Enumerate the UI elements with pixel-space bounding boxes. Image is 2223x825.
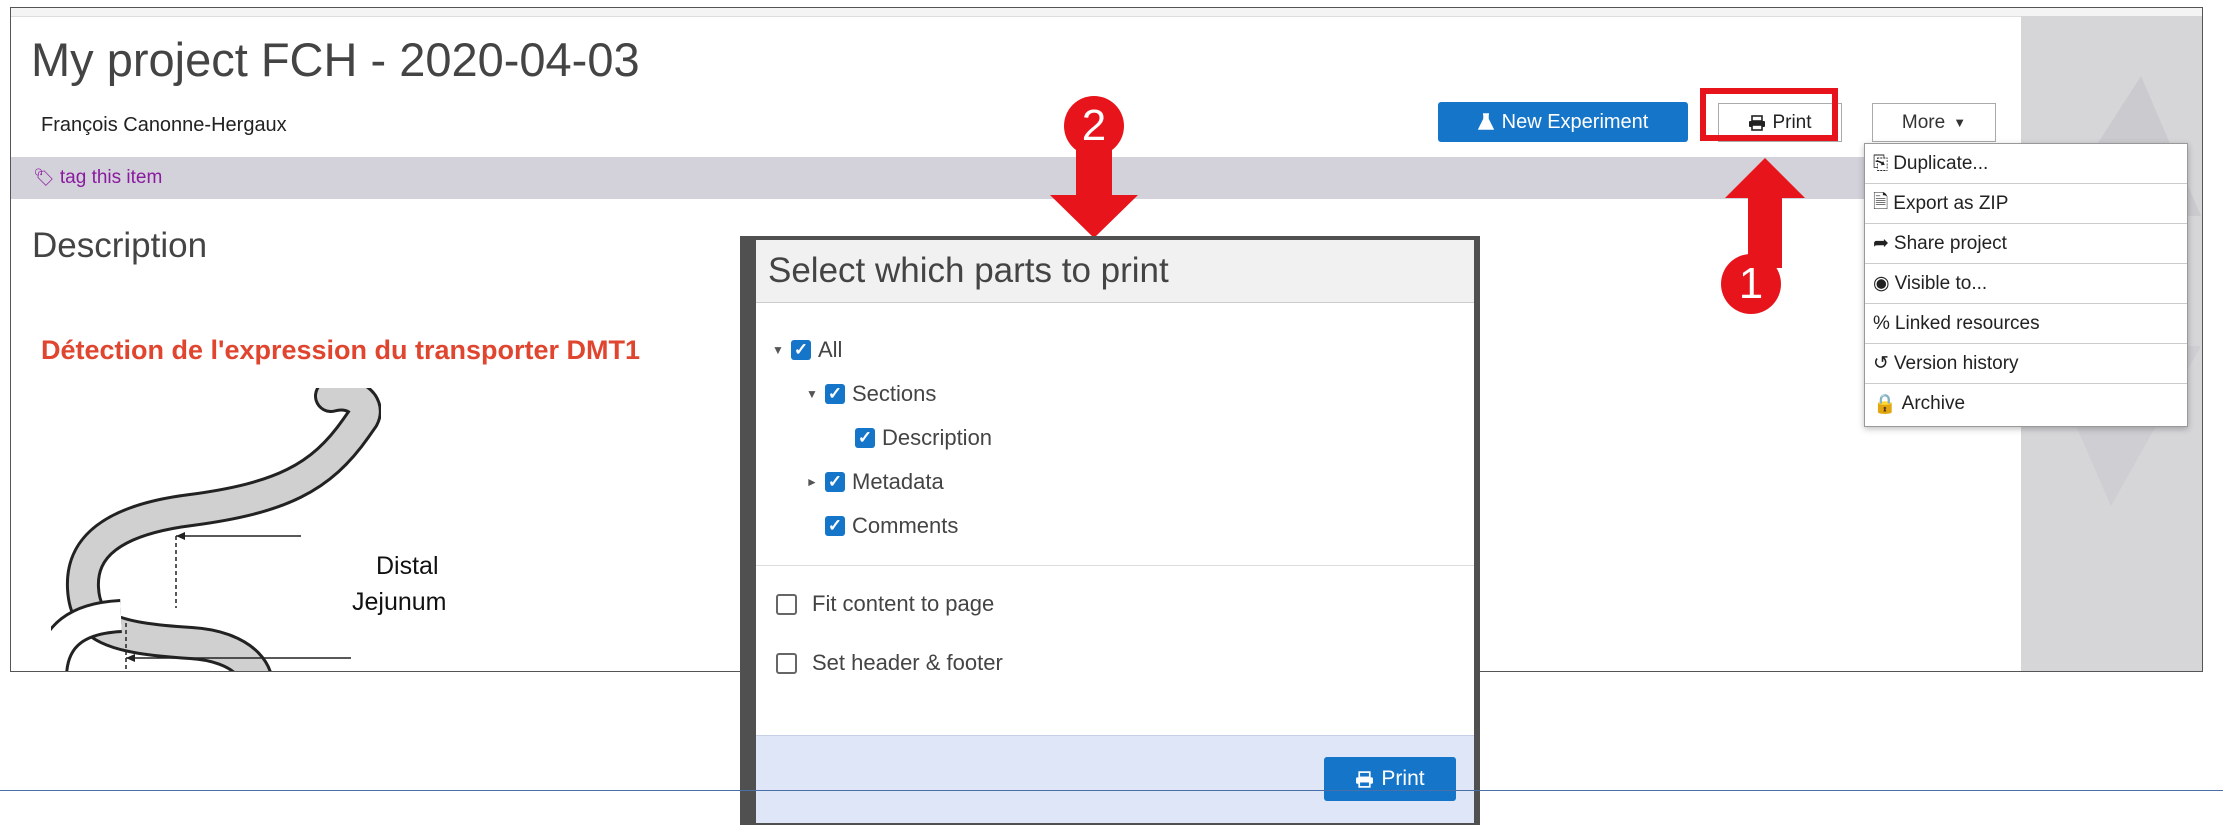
caret-right-icon[interactable]: ► [806,475,818,489]
menu-item-version-history[interactable]: ↺ Version history [1865,344,2187,384]
new-experiment-button[interactable]: New Experiment [1438,102,1688,142]
history-icon: ↺ [1873,353,1889,374]
tree-item-comments[interactable]: ✓ Comments [825,513,958,539]
more-dropdown-menu: ⎘ Duplicate... 🗎 Export as ZIP ➦ Share p… [1864,143,2188,427]
section-heading: Description [32,226,208,265]
step2-arrow-down-icon [1050,150,1138,238]
tag-icon: 🏷 [33,168,55,187]
share-icon: ➦ [1873,233,1889,254]
tree-item-metadata[interactable]: ► ✓ Metadata [806,469,944,495]
dialog-print-button[interactable]: Print [1324,757,1456,801]
checkbox-fit-content[interactable] [776,593,797,615]
menu-item-visible-to[interactable]: ◉ Visible to... [1865,264,2187,304]
print-dialog-title: Select which parts to print [768,251,1169,290]
checkbox-all[interactable]: ✓ [791,340,811,360]
tree-item-description[interactable]: ✓ Description [855,425,992,451]
eye-icon: ◉ [1873,273,1890,294]
tree-item-all[interactable]: ▼ ✓ All [772,337,842,363]
step1-badge: 1 [1721,254,1781,314]
author-name: François Canonne-Hergaux [41,114,287,136]
print-dialog: Select which parts to print ▼ ✓ All ▼ ✓ … [756,240,1474,823]
option-fit-content[interactable]: Fit content to page [776,591,994,617]
menu-item-archive[interactable]: 🔒 Archive [1865,384,2187,424]
duplicate-icon: ⎘ [1873,152,1889,174]
slide-divider-line [0,790,2223,791]
content-red-heading: Détection de l'expression du transporter… [41,335,641,365]
flask-icon [1477,113,1494,130]
window-top-strip [11,8,2202,17]
print-dialog-header: Select which parts to print [756,240,1474,303]
tree-item-sections[interactable]: ▼ ✓ Sections [806,381,936,407]
option-header-footer[interactable]: Set header & footer [776,650,1003,676]
dialog-divider [756,565,1474,566]
new-experiment-label: New Experiment [1501,110,1649,133]
checkbox-sections[interactable]: ✓ [825,384,845,404]
intestine-diagram [51,388,381,671]
printer-icon [1356,770,1374,788]
menu-item-share-project[interactable]: ➦ Share project [1865,224,2187,264]
more-dropdown-button[interactable]: More ▼ [1872,103,1996,142]
page-title: My project FCH - 2020-04-03 [31,33,640,86]
more-label: More [1901,111,1946,133]
menu-item-export-zip[interactable]: 🗎 Export as ZIP [1865,184,2187,224]
tag-link[interactable]: 🏷 tag this item [33,167,162,189]
figure-label-jejunum: Jejunum [352,588,447,616]
figure-label-distal: Distal [376,552,439,580]
checkbox-header-footer[interactable] [776,652,797,674]
step2-badge: 2 [1064,96,1124,156]
caret-down-icon[interactable]: ▼ [806,387,818,401]
link-icon: % [1873,312,1890,334]
checkbox-comments[interactable]: ✓ [825,516,845,536]
print-button-highlight [1700,88,1838,141]
menu-item-linked-resources[interactable]: % Linked resources [1865,304,2187,344]
checkbox-metadata[interactable]: ✓ [825,472,845,492]
caret-down-icon: ▼ [1953,115,1967,130]
menu-item-duplicate[interactable]: ⎘ Duplicate... [1865,144,2187,184]
caret-down-icon[interactable]: ▼ [772,343,784,357]
checkbox-description[interactable]: ✓ [855,428,875,448]
zip-icon: 🗎 [1873,191,1889,213]
lock-icon: 🔒 [1873,394,1897,415]
